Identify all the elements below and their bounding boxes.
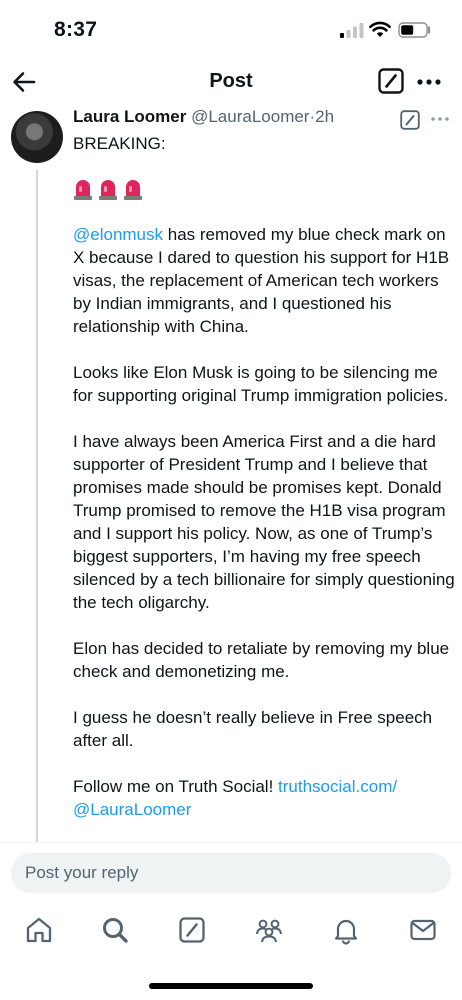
reply-bar: Post your reply (0, 842, 462, 903)
compose-icon (179, 917, 205, 943)
post-paragraph-6: Follow me on Truth Social! truthsocial.c… (73, 775, 458, 821)
notifications-icon (334, 919, 358, 945)
siren-emoji-row (73, 176, 458, 200)
tab-grok[interactable] (177, 915, 207, 945)
cellular-signal-icon (340, 23, 364, 38)
paragraph-6-text: Follow me on Truth Social! (73, 777, 279, 796)
post-opening: BREAKING: (73, 134, 166, 153)
tab-messages[interactable] (408, 915, 438, 945)
search-icon (103, 918, 128, 943)
edit-icon[interactable] (378, 68, 404, 94)
post-paragraph-1: @elonmusk has removed my blue check mark… (73, 223, 458, 338)
reply-placeholder: Post your reply (25, 863, 139, 882)
home-indicator (149, 983, 313, 989)
truthsocial-link[interactable]: truthsocial.com/ (278, 777, 397, 796)
post-body: BREAKING: @elonmusk has removed my blue … (73, 132, 458, 821)
post-paragraph-5: I guess he doesn’t really believe in Fre… (73, 708, 433, 750)
siren-icon (99, 179, 117, 200)
truthsocial-handle-link[interactable]: @LauraLoomer (73, 800, 191, 819)
edit-post-icon[interactable] (400, 110, 420, 130)
post-more-icon[interactable] (430, 114, 450, 124)
author-handle[interactable]: @LauraLoomer (191, 107, 309, 126)
mention-link[interactable]: @elonmusk (73, 225, 163, 244)
home-icon (26, 917, 52, 943)
avatar[interactable] (11, 111, 63, 163)
post-header: Laura Loomer @LauraLoomer·2h (73, 107, 334, 131)
status-bar: 8:37 (0, 0, 462, 60)
battery-icon (398, 22, 431, 38)
post-paragraph-2: Looks like Elon Musk is going to be sile… (73, 363, 449, 405)
tab-notifications[interactable] (331, 915, 361, 945)
post-paragraph-3: I have always been America First and a d… (73, 432, 455, 612)
wifi-icon (369, 21, 391, 37)
tab-bar (0, 905, 462, 955)
tab-communities[interactable] (254, 915, 284, 945)
reply-input[interactable]: Post your reply (11, 853, 451, 893)
status-time: 8:37 (54, 18, 98, 41)
thread-line (36, 170, 38, 842)
tab-home[interactable] (24, 915, 54, 945)
post-time: 2h (315, 107, 335, 126)
more-options-icon[interactable] (416, 72, 442, 92)
messages-icon (410, 919, 436, 941)
siren-icon (124, 179, 142, 200)
nav-bar: Post (0, 62, 462, 102)
tab-search[interactable] (100, 915, 130, 945)
post-paragraph-4: Elon has decided to retaliate by removin… (73, 639, 450, 681)
communities-icon (256, 919, 282, 943)
author-name[interactable]: Laura Loomer (73, 107, 186, 126)
siren-icon (74, 179, 92, 200)
